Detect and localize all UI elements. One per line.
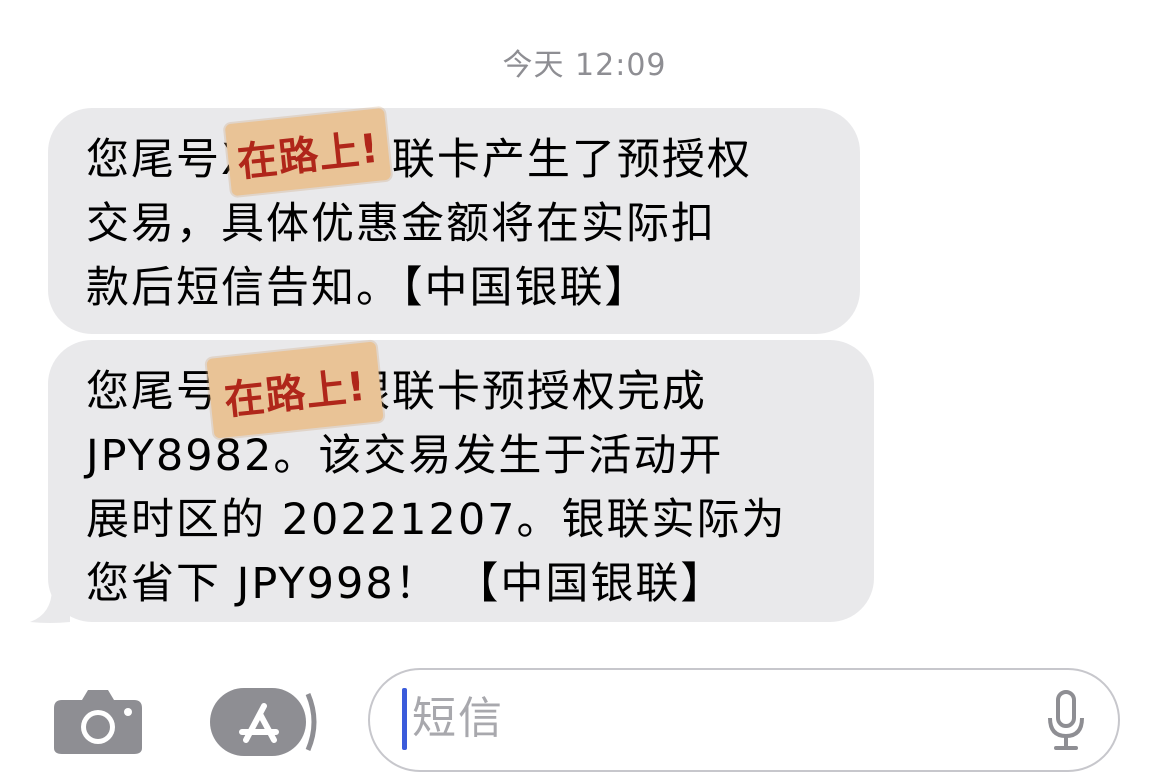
- message-bubble[interactable]: 您尾号XXXX银联卡产生了预授权 交易，具体优惠金额将在实际扣 款后短信告知。【…: [48, 108, 860, 334]
- microphone-icon[interactable]: [1046, 690, 1086, 752]
- messages-screen: 今天 12:09 您尾号XXXX银联卡产生了预授权 交易，具体优惠金额将在实际扣…: [0, 0, 1169, 776]
- camera-icon[interactable]: [52, 688, 144, 756]
- message-line: 您尾号XXXX银联卡产生了预授权: [86, 135, 752, 185]
- message-line: JPY8982。该交易发生于活动开: [86, 431, 724, 481]
- message-line: 展时区的 20221207。银联实际为: [86, 495, 787, 545]
- message-line: 您尾号XXXX银联卡预授权完成: [86, 367, 707, 417]
- message-line: 交易，具体优惠金额将在实际扣: [86, 199, 716, 249]
- text-caret: [402, 688, 407, 750]
- message-bubble[interactable]: 您尾号XXXX银联卡预授权完成 JPY8982。该交易发生于活动开 展时区的 2…: [48, 340, 874, 622]
- message-line: 款后短信告知。【中国银联】: [86, 263, 650, 313]
- message-line: 您省下 JPY998！ 【中国银联】: [86, 559, 726, 609]
- app-store-icon[interactable]: [208, 684, 320, 760]
- message-input-placeholder: 短信: [412, 693, 504, 744]
- message-timestamp: 今天 12:09: [502, 48, 667, 83]
